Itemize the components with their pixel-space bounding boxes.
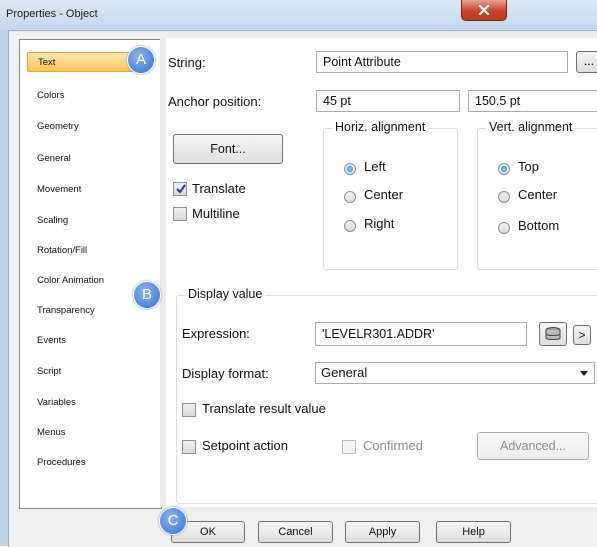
- dialog-body: Text Colors Geometry General Movement Sc…: [8, 30, 597, 547]
- vert-center-radio[interactable]: [498, 191, 510, 203]
- confirmed-checkbox: [342, 440, 356, 454]
- sidebar-item-rotation-fill[interactable]: Rotation/Fill: [27, 241, 147, 261]
- multiline-checkbox[interactable]: [173, 207, 187, 221]
- apply-button[interactable]: Apply: [345, 521, 420, 543]
- sidebar-item-transparency[interactable]: Transparency: [27, 301, 147, 321]
- expression-next-button[interactable]: >: [573, 325, 591, 345]
- sidebar-item-geometry[interactable]: Geometry: [27, 117, 147, 137]
- horiz-right-label: Right: [364, 216, 395, 231]
- display-format-label: Display format:: [182, 366, 269, 381]
- vert-bottom-radio[interactable]: [498, 222, 510, 234]
- string-input[interactable]: Point Attribute: [316, 51, 568, 73]
- sidebar-item-general[interactable]: General: [27, 149, 147, 169]
- sidebar-item-variables[interactable]: Variables: [27, 393, 147, 413]
- vert-center-label: Center: [518, 187, 558, 202]
- horiz-center-radio[interactable]: [344, 191, 356, 203]
- translate-result-label: Translate result value: [202, 401, 326, 416]
- anchor-position-label: Anchor position:: [168, 94, 262, 109]
- string-browse-button[interactable]: ...: [576, 51, 597, 73]
- display-format-value: General: [321, 365, 368, 380]
- sidebar-item-movement[interactable]: Movement: [27, 180, 147, 200]
- confirmed-label: Confirmed: [363, 438, 423, 453]
- title-bar: Properties - Object: [0, 0, 597, 30]
- sidebar-item-colors[interactable]: Colors: [27, 86, 147, 106]
- sidebar-item-menus[interactable]: Menus: [27, 423, 147, 443]
- checkmark-icon: [176, 184, 186, 194]
- vert-alignment-group: Vert. alignment Top Center Bottom: [477, 120, 597, 270]
- help-button[interactable]: Help: [436, 521, 511, 543]
- properties-window: Properties - Object Text Colors Geometry…: [0, 0, 597, 547]
- display-value-group: Display value Expression: 'LEVELR301.ADD…: [176, 287, 597, 504]
- window-title: Properties - Object: [6, 8, 98, 20]
- horiz-right-radio[interactable]: [344, 220, 356, 232]
- expression-label: Expression:: [182, 326, 250, 341]
- anchor-x-input[interactable]: 45 pt: [316, 90, 460, 112]
- close-button[interactable]: [461, 0, 507, 21]
- callout-marker-b: B: [133, 281, 161, 309]
- anchor-y-input[interactable]: 150.5 pt: [468, 90, 597, 112]
- display-value-title: Display value: [185, 287, 266, 301]
- callout-marker-c: C: [159, 507, 187, 535]
- vert-top-radio[interactable]: [498, 163, 510, 175]
- category-list[interactable]: Text Colors Geometry General Movement Sc…: [19, 39, 162, 509]
- chevron-down-icon: [580, 371, 588, 376]
- horiz-left-radio[interactable]: [344, 163, 356, 175]
- sidebar-item-color-animation[interactable]: Color Animation: [27, 271, 147, 291]
- horiz-alignment-title: Horiz. alignment: [332, 120, 429, 134]
- sidebar-item-scaling[interactable]: Scaling: [27, 211, 147, 231]
- expression-browse-button[interactable]: [539, 322, 567, 346]
- close-icon: [478, 5, 490, 15]
- font-button[interactable]: Font...: [173, 134, 283, 164]
- expression-input[interactable]: 'LEVELR301.ADDR': [315, 322, 527, 346]
- vert-bottom-label: Bottom: [518, 218, 560, 233]
- display-format-select[interactable]: General: [315, 362, 595, 384]
- vert-top-label: Top: [518, 159, 539, 174]
- sidebar-item-events[interactable]: Events: [27, 331, 147, 351]
- translate-checkbox[interactable]: [173, 182, 187, 196]
- text-properties-panel: String: Point Attribute ... Anchor posit…: [166, 38, 597, 507]
- callout-marker-a: A: [127, 46, 155, 74]
- setpoint-action-checkbox[interactable]: [182, 440, 196, 454]
- advanced-button[interactable]: Advanced...: [477, 432, 589, 460]
- translate-label: Translate: [192, 181, 246, 196]
- translate-result-checkbox[interactable]: [182, 403, 196, 417]
- string-label: String:: [168, 55, 206, 70]
- horiz-center-label: Center: [364, 187, 404, 202]
- horiz-alignment-group: Horiz. alignment Left Center Right: [323, 120, 458, 270]
- sidebar-item-procedures[interactable]: Procedures: [27, 453, 147, 473]
- sidebar-item-script[interactable]: Script: [27, 362, 147, 382]
- database-icon: [545, 327, 561, 340]
- setpoint-action-label: Setpoint action: [202, 438, 289, 453]
- cancel-button[interactable]: Cancel: [258, 521, 333, 543]
- horiz-left-label: Left: [364, 159, 386, 174]
- multiline-label: Multiline: [192, 206, 240, 221]
- vert-alignment-title: Vert. alignment: [486, 120, 576, 134]
- dialog-footer: OK Cancel Apply Help: [9, 509, 597, 547]
